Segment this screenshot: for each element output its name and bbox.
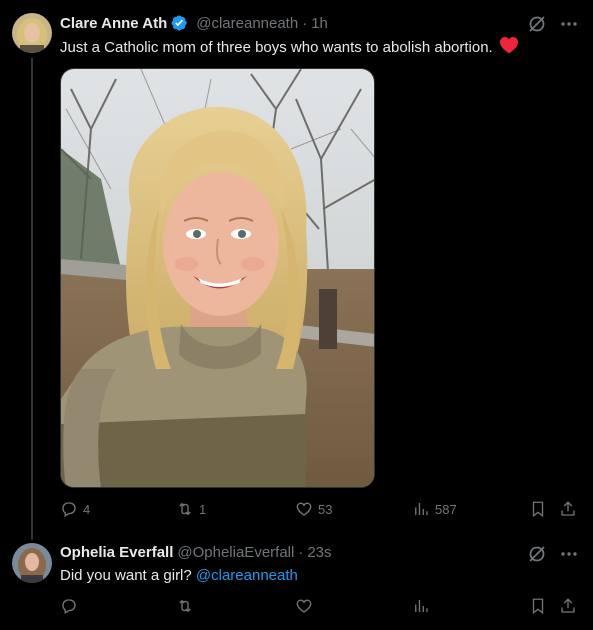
repost-count: 1 [199,501,207,517]
repost-button[interactable]: 1 [176,500,206,518]
repost-icon [179,599,191,613]
post-header: Clare Anne Ath @clareanneath · 1h [60,14,328,32]
like-icon [296,599,312,613]
bookmark-icon [532,598,544,615]
post-actions [60,597,580,619]
mention-link[interactable]: @clareanneath [196,567,298,584]
separator-dot: · [298,544,304,561]
post-photo[interactable] [60,68,375,488]
grok-icon[interactable] [527,544,547,564]
reply-icon [62,599,76,614]
more-icon[interactable] [559,544,579,564]
like-icon [296,502,312,516]
post-time[interactable]: 1h [311,15,328,32]
views-icon [415,600,428,612]
views-button[interactable]: 587 [412,500,457,518]
share-icon [561,501,575,516]
share-icon [561,598,575,613]
author-name[interactable]: Ophelia Everfall [60,544,173,561]
bookmark-button[interactable] [529,500,547,518]
thread-line [31,58,33,540]
author-handle[interactable]: @clareanneath [196,15,298,32]
bookmark-button[interactable] [529,597,547,615]
repost-button[interactable] [176,597,194,615]
like-button[interactable]: 53 [295,500,332,518]
post-text-content: Did you want a girl? [60,567,196,584]
post-top-icons [527,544,579,564]
reply-button[interactable] [60,597,78,615]
author-name[interactable]: Clare Anne Ath [60,15,167,32]
reply-button[interactable]: 4 [60,500,90,518]
avatar[interactable] [12,543,52,583]
like-count: 53 [318,501,333,517]
post-actions: 4 1 53 587 [60,500,580,522]
like-button[interactable] [295,597,313,615]
post-top-icons [527,14,579,34]
share-button[interactable] [559,597,577,615]
grok-icon[interactable] [527,14,547,34]
post-text: Just a Catholic mom of three boys who wa… [60,37,518,56]
author-handle[interactable]: @OpheliaEverfall [177,544,294,561]
views-button[interactable] [412,597,430,615]
post-header: Ophelia Everfall @OpheliaEverfall · 23s [60,544,332,561]
more-icon[interactable] [559,14,579,34]
views-count: 587 [435,501,457,517]
post-text-content: Just a Catholic mom of three boys who wa… [60,39,493,56]
post-time[interactable]: 23s [307,544,331,561]
reply-count: 4 [83,501,91,517]
post-text: Did you want a girl? @clareanneath [60,567,298,584]
post-ophelia: Ophelia Everfall @OpheliaEverfall · 23s … [0,540,593,630]
reply-icon [62,502,76,517]
share-button[interactable] [559,500,577,518]
separator-dot: · [302,14,308,32]
views-icon [415,503,428,515]
post-clare: Clare Anne Ath @clareanneath · 1h Just a… [0,0,593,540]
repost-icon [179,502,191,516]
bookmark-icon [532,501,544,518]
avatar[interactable] [12,13,52,53]
red-heart-emoji [499,37,518,54]
verified-badge-icon [171,15,187,31]
